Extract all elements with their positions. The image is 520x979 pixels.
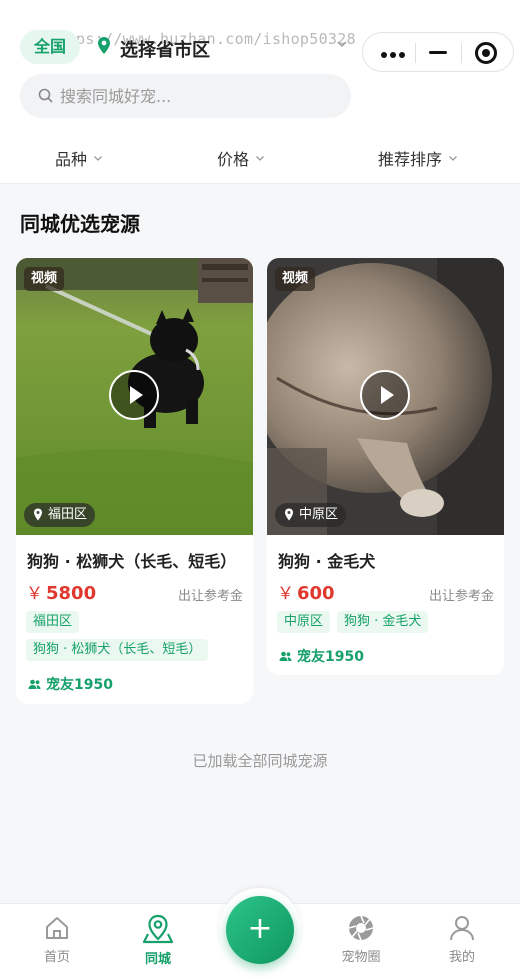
filter-breed[interactable]: 品种	[55, 146, 103, 170]
listing-title: 狗狗 · 松狮犬（长毛、短毛）	[27, 552, 237, 571]
region-select[interactable]: 选择省市区	[120, 36, 210, 62]
currency-symbol: ￥	[277, 584, 294, 604]
home-icon	[46, 917, 68, 939]
map-pin-icon	[142, 914, 174, 944]
price-value: 5800	[46, 583, 97, 604]
tab-pet-circle[interactable]: 宠物圈	[321, 914, 401, 965]
tab-label: 我的	[448, 950, 475, 965]
seller-info[interactable]: 宠友1950	[279, 646, 364, 666]
price-value: 600	[297, 583, 335, 604]
video-thumbnail[interactable]: 视频 中原区	[267, 258, 504, 535]
search-icon	[38, 88, 53, 103]
breed-tag: 狗狗 · 松狮犬（长毛、短毛）	[26, 639, 209, 661]
listing-title: 狗狗 · 金毛犬	[278, 552, 376, 571]
chevron-down-icon	[337, 41, 347, 48]
listing-price: ￥ 600	[277, 579, 335, 604]
publish-plus-button[interactable]: +	[226, 896, 294, 964]
tab-label: 同城	[144, 952, 171, 967]
listing-card[interactable]: 视频 中原区 狗狗 · 金毛犬 ￥ 600 出让参考金 中原区 狗狗 · 金毛犬 …	[267, 258, 504, 675]
filter-label: 品种	[55, 150, 88, 169]
filter-label: 推荐排序	[378, 150, 443, 169]
filter-label: 价格	[217, 150, 250, 169]
breed-tag: 狗狗 · 金毛犬	[337, 611, 429, 633]
location-pin-icon	[98, 37, 110, 54]
tab-mine[interactable]: 我的	[422, 914, 502, 965]
mini-program-capsule	[362, 32, 514, 72]
header-divider	[0, 183, 520, 184]
chevron-down-icon	[256, 156, 264, 161]
play-button-icon[interactable]	[109, 370, 159, 420]
filter-price[interactable]: 价格	[217, 146, 265, 170]
currency-symbol: ￥	[26, 584, 43, 604]
seller-name: 宠友1950	[46, 677, 113, 693]
chevron-down-icon	[94, 156, 102, 161]
search-input[interactable]	[60, 74, 340, 118]
close-target-icon[interactable]	[475, 42, 497, 64]
user-icon	[450, 916, 474, 941]
seller-info[interactable]: 宠友1950	[28, 674, 113, 694]
users-icon	[279, 651, 292, 661]
price-note: 出让参考金	[177, 589, 243, 604]
tab-home[interactable]: 首页	[17, 914, 97, 965]
top-header: https://www.huzhan.com/ishop50328 全国 选择省…	[0, 0, 520, 184]
video-badge: 视频	[24, 267, 65, 291]
location-pin-icon	[285, 508, 293, 521]
tab-city[interactable]: 同城	[118, 914, 198, 967]
section-title: 同城优选宠源	[20, 212, 140, 236]
search-box[interactable]	[20, 74, 351, 118]
video-badge: 视频	[275, 267, 316, 291]
location-pin-icon	[34, 508, 42, 521]
end-of-list-text: 已加载全部同城宠源	[192, 752, 328, 770]
more-menu-icon[interactable]	[381, 52, 405, 58]
capsule-divider	[415, 43, 416, 63]
area-text: 中原区	[299, 507, 339, 522]
chevron-down-icon	[449, 156, 457, 161]
seller-name: 宠友1950	[297, 649, 364, 665]
play-button-icon[interactable]	[360, 370, 410, 420]
video-thumbnail[interactable]: 视频 福田区	[16, 258, 253, 535]
listing-card[interactable]: 视频 福田区 狗狗 · 松狮犬（长毛、短毛） ￥ 5800 出让参考金 福田区 狗…	[16, 258, 253, 704]
aperture-icon	[348, 915, 374, 941]
tab-label: 宠物圈	[341, 950, 381, 965]
area-tag: 中原区	[277, 611, 331, 633]
tab-label: 首页	[43, 950, 70, 965]
region-all-button[interactable]: 全国	[20, 30, 81, 64]
users-icon	[28, 679, 41, 689]
minimize-icon[interactable]	[429, 51, 447, 54]
area-badge: 福田区	[24, 503, 96, 527]
filter-sort[interactable]: 推荐排序	[378, 146, 458, 170]
capsule-divider	[461, 43, 462, 63]
area-text: 福田区	[48, 507, 88, 522]
area-badge: 中原区	[275, 503, 347, 527]
price-note: 出让参考金	[428, 589, 494, 604]
area-tag: 福田区	[26, 611, 80, 633]
listing-price: ￥ 5800	[26, 579, 96, 604]
